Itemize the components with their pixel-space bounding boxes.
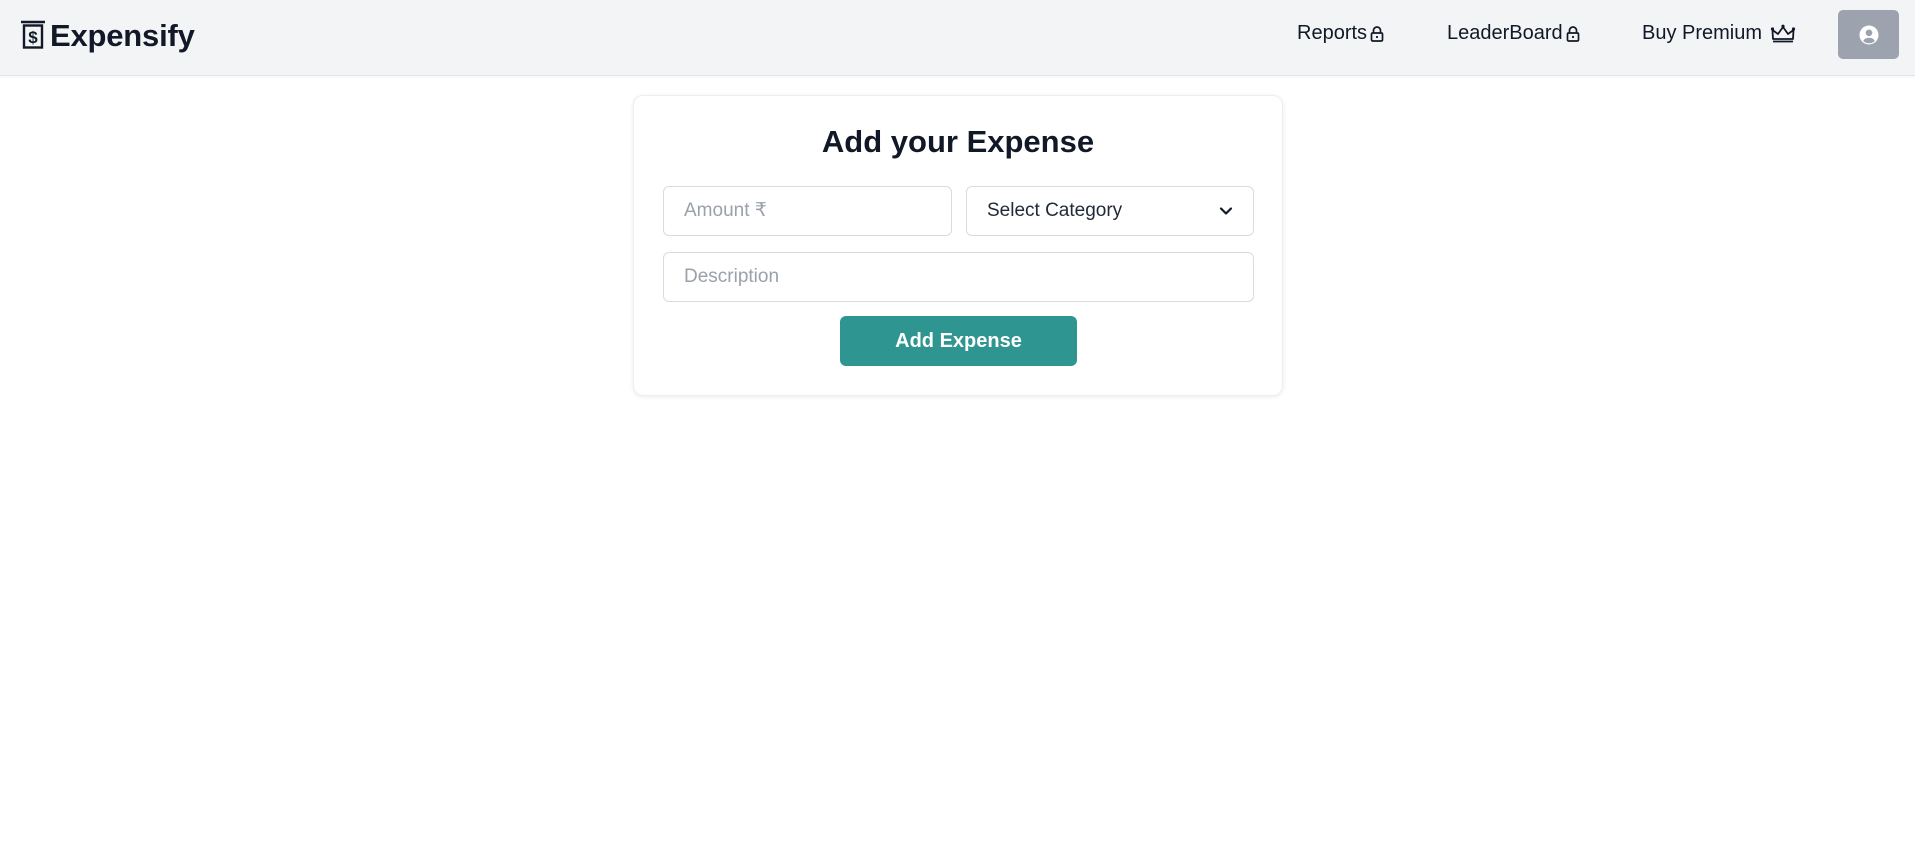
nav-buy-premium-link[interactable]: Buy Premium bbox=[1642, 22, 1796, 45]
add-expense-button[interactable]: Add Expense bbox=[840, 316, 1077, 366]
navbar: $ Expensify Reports LeaderBoard Buy Prem… bbox=[0, 0, 1915, 76]
category-select[interactable]: Select Category bbox=[966, 186, 1254, 236]
profile-button[interactable] bbox=[1838, 10, 1899, 59]
dollar-document-icon: $ bbox=[21, 20, 45, 49]
category-selected-value: Select Category bbox=[987, 200, 1123, 221]
brand-logo[interactable]: $ Expensify bbox=[20, 18, 195, 54]
chevron-down-icon bbox=[1219, 207, 1233, 215]
add-expense-card: Add your Expense Select Category Add Exp… bbox=[633, 95, 1283, 396]
crown-icon bbox=[1770, 24, 1796, 42]
nav-reports-label: Reports bbox=[1297, 22, 1368, 44]
lock-icon bbox=[1370, 25, 1384, 42]
svg-text:$: $ bbox=[28, 28, 38, 47]
amount-input[interactable] bbox=[663, 186, 952, 236]
nav-reports-link[interactable]: Reports bbox=[1297, 22, 1385, 45]
nav-leaderboard-link[interactable]: LeaderBoard bbox=[1447, 22, 1581, 45]
description-input[interactable] bbox=[663, 252, 1254, 302]
nav-premium-label: Buy Premium bbox=[1642, 22, 1763, 44]
user-circle-icon bbox=[1859, 25, 1878, 44]
form-title: Add your Expense bbox=[821, 124, 1095, 159]
lock-icon bbox=[1566, 25, 1580, 42]
nav-leaderboard-label: LeaderBoard bbox=[1447, 22, 1563, 44]
brand-name: Expensify bbox=[50, 18, 195, 53]
